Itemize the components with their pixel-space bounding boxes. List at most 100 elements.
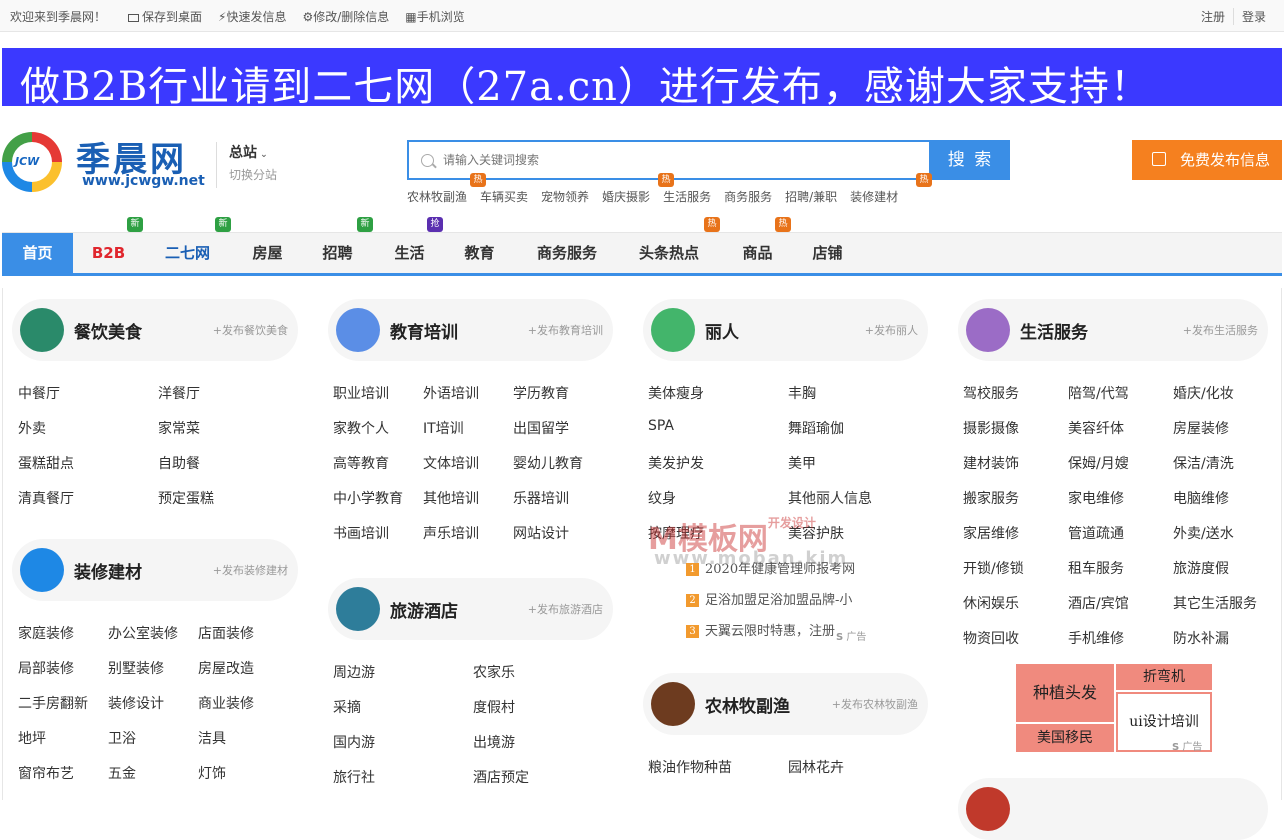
category-link[interactable]: 五金 (108, 763, 136, 783)
category-link[interactable]: 建材装饰 (963, 453, 1019, 473)
category-header-next[interactable] (958, 778, 1268, 840)
nav-home[interactable]: 首页 (2, 233, 73, 273)
category-link[interactable]: 预定蛋糕 (158, 488, 214, 508)
category-link[interactable]: 二手房翻新 (18, 693, 88, 713)
category-link[interactable]: 园林花卉 (788, 757, 844, 777)
category-link[interactable]: 外卖/送水 (1173, 523, 1234, 543)
category-link[interactable]: 清真餐厅 (18, 488, 74, 508)
hotlink-item[interactable]: 农林牧副渔 (407, 188, 467, 205)
category-header-education[interactable]: 教育培训 +发布教育培训 (328, 299, 613, 361)
category-link[interactable]: 家居维修 (963, 523, 1019, 543)
category-link[interactable]: 驾校服务 (963, 383, 1019, 403)
category-link[interactable]: 家电维修 (1068, 488, 1124, 508)
nav-b2b[interactable]: B2B (73, 233, 144, 273)
category-link[interactable]: 房屋装修 (1173, 418, 1229, 438)
category-link[interactable]: 丰胸 (788, 383, 816, 403)
category-link[interactable]: 文体培训 (423, 453, 479, 473)
category-link[interactable]: 装修设计 (108, 693, 164, 713)
category-link[interactable]: 自助餐 (158, 453, 200, 473)
category-header-travel[interactable]: 旅游酒店 +发布旅游酒店 (328, 578, 613, 640)
category-link[interactable]: 家教个人 (333, 418, 389, 438)
category-link[interactable]: 出国留学 (513, 418, 569, 438)
nav-products[interactable]: 商品 (722, 233, 793, 273)
category-header-agri[interactable]: 农林牧副渔 +发布农林牧副渔 (643, 673, 928, 735)
category-link[interactable]: 租车服务 (1068, 558, 1124, 578)
hotlink-item[interactable]: 商务服务 (724, 188, 772, 205)
category-link[interactable]: 别墅装修 (108, 658, 164, 678)
category-link[interactable]: 婚庆/化妆 (1173, 383, 1234, 403)
save-to-desktop-link[interactable]: 保存到桌面 (120, 8, 210, 25)
edit-delete-link[interactable]: ⚙修改/删除信息 (294, 8, 397, 25)
nav-shops[interactable]: 店铺 (792, 233, 863, 273)
nav-house[interactable]: 房屋 (232, 233, 303, 273)
category-link[interactable]: 摄影摄像 (963, 418, 1019, 438)
category-link[interactable]: 物资回收 (963, 628, 1019, 648)
category-link[interactable]: 酒店/宾馆 (1068, 593, 1129, 613)
ad-link[interactable]: 3 天翼云限时特惠，注册 (686, 620, 835, 639)
category-header-decor[interactable]: 装修建材 +发布装修建材 (12, 539, 298, 601)
category-header-life[interactable]: 生活服务 +发布生活服务 (958, 299, 1268, 361)
site-logo[interactable]: JCW 季晨网 www.jcwgw.net (2, 130, 212, 194)
hotlink-item[interactable]: 车辆买卖 (480, 188, 528, 205)
category-link[interactable]: 采摘 (333, 697, 361, 717)
publish-life-link[interactable]: +发布生活服务 (1183, 322, 1258, 338)
publish-travel-link[interactable]: +发布旅游酒店 (528, 601, 603, 617)
category-link[interactable]: 国内游 (333, 732, 375, 752)
category-link[interactable]: 婴幼儿教育 (513, 453, 583, 473)
category-header-food[interactable]: 餐饮美食 +发布餐饮美食 (12, 299, 298, 361)
category-link[interactable]: 农家乐 (473, 662, 515, 682)
station-switcher[interactable]: 总站 ⌄ 切换分站 (216, 142, 277, 188)
category-link[interactable]: 其它生活服务 (1173, 593, 1257, 613)
hotlink-item[interactable]: 装修建材 (850, 188, 898, 205)
hotlink-item[interactable]: 宠物领养 (541, 188, 589, 205)
login-link[interactable]: 登录 (1232, 8, 1274, 25)
category-link[interactable]: 纹身 (648, 488, 676, 508)
category-link[interactable]: 度假村 (473, 697, 515, 717)
search-button[interactable]: 搜 索 (931, 140, 1010, 180)
category-header-beauty[interactable]: 丽人 +发布丽人 (643, 299, 928, 361)
category-link[interactable]: IT培训 (423, 418, 464, 438)
mobile-browse-link[interactable]: ▦手机浏览 (397, 8, 472, 25)
category-link[interactable]: 高等教育 (333, 453, 389, 473)
category-link[interactable]: 家庭装修 (18, 623, 74, 643)
nav-jobs[interactable]: 招聘 (302, 233, 373, 273)
category-link[interactable]: 美体瘦身 (648, 383, 704, 403)
category-link[interactable]: 管道疏通 (1068, 523, 1124, 543)
category-link[interactable]: 中小学教育 (333, 488, 403, 508)
category-link[interactable]: 职业培训 (333, 383, 389, 403)
category-link[interactable]: 声乐培训 (423, 523, 479, 543)
category-link[interactable]: 防水补漏 (1173, 628, 1229, 648)
search-input[interactable] (443, 150, 913, 170)
publish-button[interactable]: 免费发布信息 (1132, 140, 1282, 180)
category-link[interactable]: 地坪 (18, 728, 46, 748)
hotlink-item[interactable]: 婚庆摄影 (602, 188, 650, 205)
nav-education[interactable]: 教育 (444, 233, 515, 273)
category-link[interactable]: 洁具 (198, 728, 226, 748)
category-link[interactable]: 旅游度假 (1173, 558, 1229, 578)
category-link[interactable]: 洋餐厅 (158, 383, 200, 403)
category-link[interactable]: 搬家服务 (963, 488, 1019, 508)
category-link[interactable]: 粮油作物种苗 (648, 757, 732, 777)
publish-beauty-link[interactable]: +发布丽人 (865, 322, 918, 338)
ad-tile[interactable]: 种植头发 (1016, 664, 1114, 722)
category-link[interactable]: SPA (648, 418, 674, 434)
category-link[interactable]: 外卖 (18, 418, 46, 438)
category-link[interactable]: 电脑维修 (1173, 488, 1229, 508)
category-link[interactable]: 周边游 (333, 662, 375, 682)
category-link[interactable]: 房屋改造 (198, 658, 254, 678)
category-link[interactable]: 网站设计 (513, 523, 569, 543)
category-link[interactable]: 灯饰 (198, 763, 226, 783)
nav-business[interactable]: 商务服务 (522, 233, 612, 273)
ad-link[interactable]: 1 2020年健康管理师报考网 (686, 558, 855, 577)
category-link[interactable]: 保姆/月嫂 (1068, 453, 1129, 473)
quick-post-link[interactable]: ⚡快速发信息 (210, 8, 294, 25)
category-link[interactable]: 其他培训 (423, 488, 479, 508)
ad-tile[interactable]: 美国移民 (1016, 724, 1114, 752)
publish-agri-link[interactable]: +发布农林牧副渔 (832, 696, 918, 712)
category-link[interactable]: 旅行社 (333, 767, 375, 787)
category-link[interactable]: 蛋糕甜点 (18, 453, 74, 473)
category-link[interactable]: 店面装修 (198, 623, 254, 643)
category-link[interactable]: 酒店预定 (473, 767, 529, 787)
category-link[interactable]: 办公室装修 (108, 623, 178, 643)
category-link[interactable]: 开锁/修锁 (963, 558, 1024, 578)
